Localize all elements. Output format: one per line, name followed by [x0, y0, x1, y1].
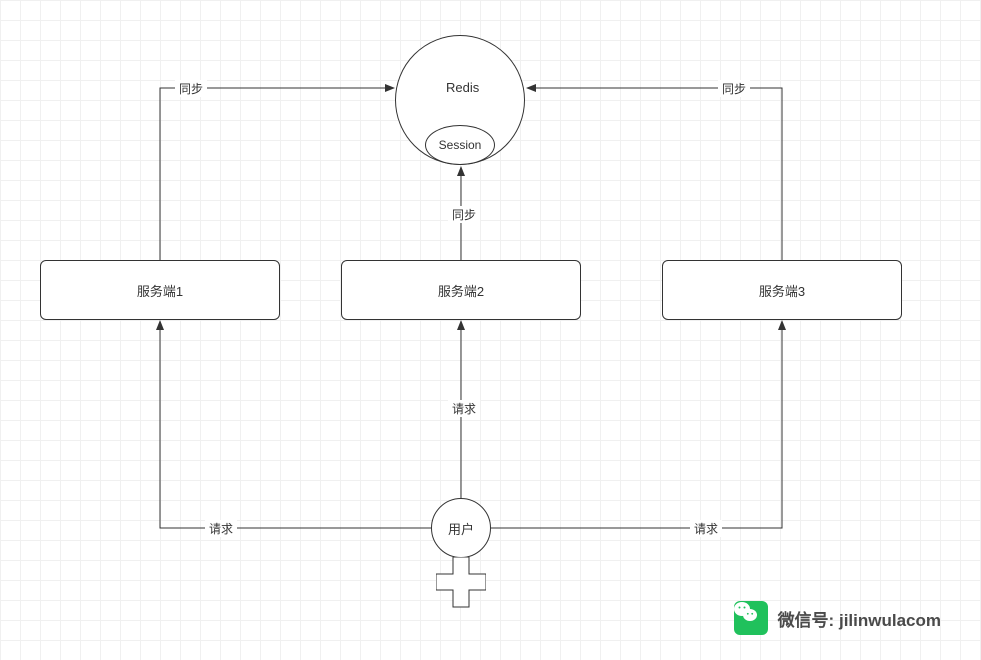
edge-sync-1: 同步: [175, 80, 207, 97]
user-cross-icon: [436, 557, 486, 607]
redis-label: Redis: [446, 80, 479, 95]
wechat-icon: [734, 601, 768, 635]
user-node: 用户: [431, 498, 491, 558]
server-1: 服务端1: [40, 260, 280, 320]
watermark: 微信号: jilinwulacom: [734, 601, 941, 635]
session-node: Session: [425, 125, 495, 165]
server-3: 服务端3: [662, 260, 902, 320]
edge-req-2: 请求: [448, 400, 480, 417]
watermark-text: 微信号: jilinwulacom: [778, 606, 941, 631]
edge-sync-3: 同步: [718, 80, 750, 97]
edge-req-1: 请求: [205, 520, 237, 537]
edge-sync-2: 同步: [448, 206, 480, 223]
server-2: 服务端2: [341, 260, 581, 320]
edge-req-3: 请求: [690, 520, 722, 537]
